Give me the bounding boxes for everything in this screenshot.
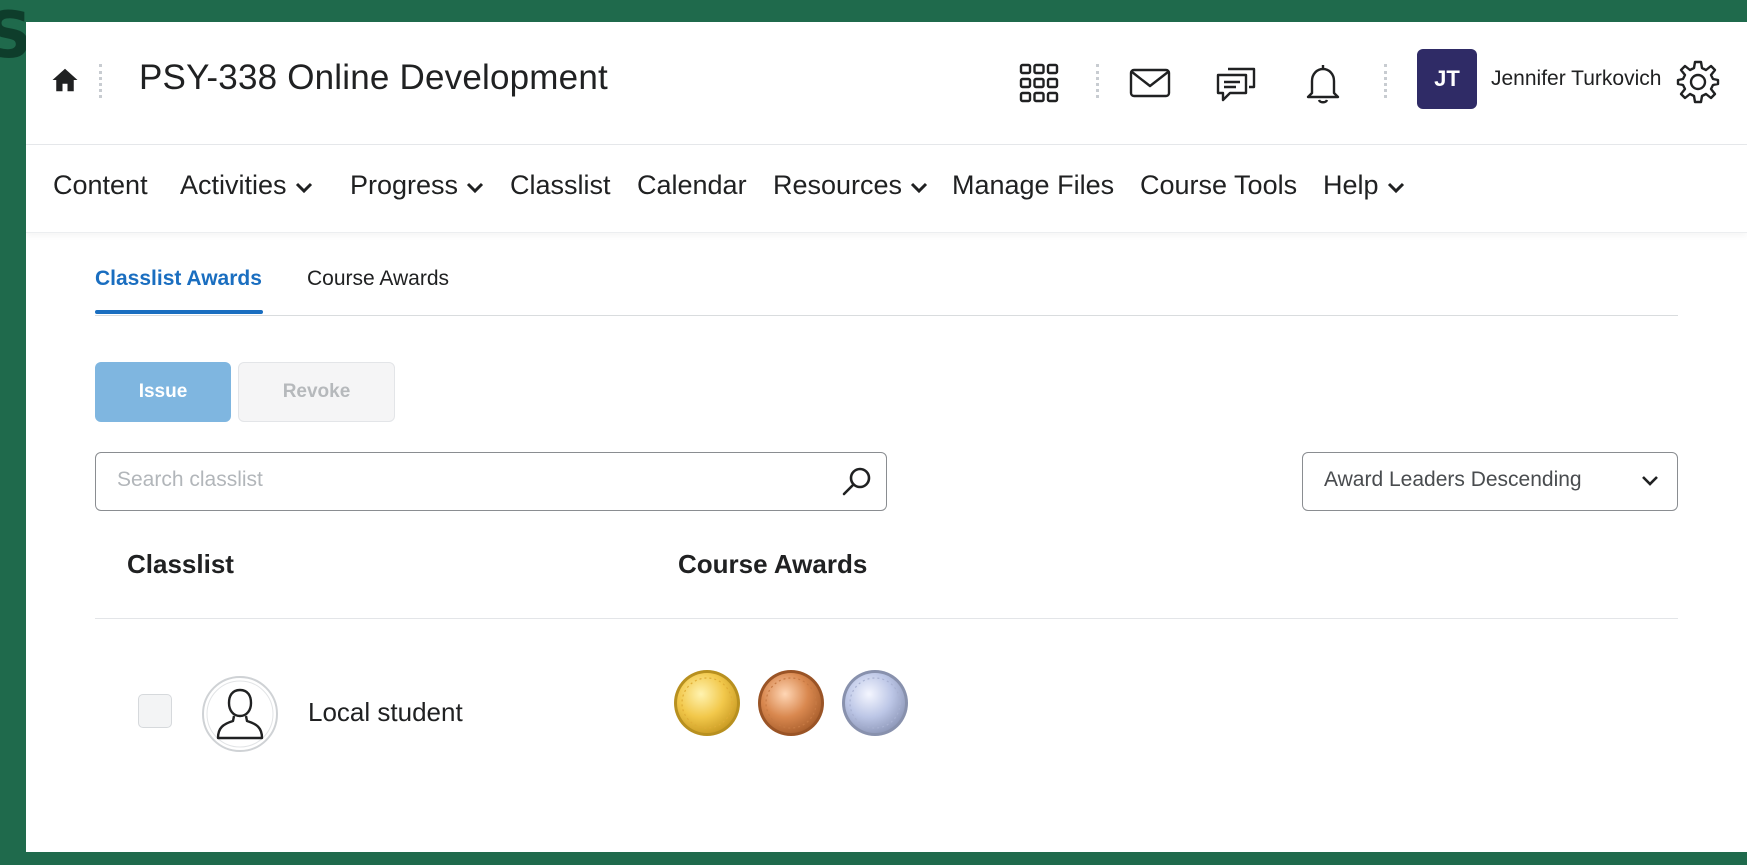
gear-icon[interactable] bbox=[1674, 58, 1722, 106]
top-header: PSY-338 Online Development JT Jennifer T… bbox=[26, 22, 1747, 145]
app-window: PSY-338 Online Development JT Jennifer T… bbox=[26, 22, 1747, 852]
issue-button[interactable]: Issue bbox=[95, 362, 231, 422]
nav-item-content[interactable]: Content bbox=[53, 170, 148, 201]
bronze-award-icon[interactable] bbox=[757, 669, 825, 737]
nav-item-help[interactable]: Help bbox=[1323, 170, 1405, 201]
nav-item-progress[interactable]: Progress bbox=[350, 170, 484, 201]
search-placeholder: Search classlist bbox=[117, 468, 263, 491]
nav-item-label: Help bbox=[1323, 170, 1379, 200]
sort-select[interactable]: Award Leaders Descending bbox=[1302, 452, 1678, 511]
bell-icon[interactable] bbox=[1300, 60, 1346, 106]
gold-award-icon[interactable] bbox=[673, 669, 741, 737]
student-name[interactable]: Local student bbox=[308, 697, 463, 728]
active-tab-indicator bbox=[95, 310, 263, 314]
nav-item-label: Resources bbox=[773, 170, 903, 200]
table-divider bbox=[95, 618, 1678, 619]
apps-grid-icon[interactable] bbox=[1016, 60, 1062, 106]
header-divider bbox=[1096, 64, 1099, 98]
row-checkbox[interactable] bbox=[138, 694, 172, 728]
nav-item-activities[interactable]: Activities bbox=[180, 170, 313, 201]
home-icon[interactable] bbox=[50, 65, 80, 95]
nav-item-classlist[interactable]: Classlist bbox=[510, 170, 611, 201]
silver-award-icon[interactable] bbox=[841, 669, 909, 737]
nav-item-label: Manage Files bbox=[952, 170, 1115, 200]
nav-item-label: Content bbox=[53, 170, 148, 200]
course-navbar: Content Activities Progress Classlist Ca… bbox=[26, 145, 1747, 233]
column-header-course-awards: Course Awards bbox=[678, 549, 868, 579]
chevron-down-icon bbox=[295, 182, 312, 193]
nav-item-resources[interactable]: Resources bbox=[773, 170, 928, 201]
nav-item-label: Progress bbox=[350, 170, 459, 200]
nav-item-label: Calendar bbox=[637, 170, 747, 200]
award-tabs: Classlist Awards Course Awards bbox=[95, 255, 1678, 316]
header-divider bbox=[99, 64, 102, 98]
user-name[interactable]: Jennifer Turkovich bbox=[1491, 67, 1661, 91]
sort-selected-value: Award Leaders Descending bbox=[1324, 468, 1582, 491]
nav-item-manage-files[interactable]: Manage Files bbox=[952, 170, 1114, 201]
search-icon[interactable] bbox=[840, 465, 874, 499]
nav-item-calendar[interactable]: Calendar bbox=[637, 170, 747, 201]
chevron-down-icon bbox=[1642, 476, 1658, 486]
nav-item-label: Classlist bbox=[510, 170, 611, 200]
tab-course-awards[interactable]: Course Awards bbox=[307, 267, 449, 291]
header-divider bbox=[1384, 64, 1387, 98]
column-header-classlist: Classlist bbox=[127, 549, 234, 579]
tab-classlist-awards[interactable]: Classlist Awards bbox=[95, 267, 262, 291]
user-placeholder-icon bbox=[202, 676, 278, 752]
chevron-down-icon bbox=[911, 182, 928, 193]
chevron-down-icon bbox=[466, 182, 484, 193]
chevron-down-icon bbox=[1387, 182, 1404, 193]
nav-item-course-tools[interactable]: Course Tools bbox=[1140, 170, 1297, 201]
chat-icon[interactable] bbox=[1214, 60, 1260, 106]
mail-icon[interactable] bbox=[1127, 60, 1173, 106]
search-input[interactable]: Search classlist bbox=[95, 452, 887, 511]
user-avatar[interactable]: JT bbox=[1417, 49, 1477, 109]
course-title[interactable]: PSY-338 Online Development bbox=[139, 58, 608, 98]
revoke-button[interactable]: Revoke bbox=[238, 362, 395, 422]
nav-item-label: Activities bbox=[180, 170, 287, 200]
nav-item-label: Course Tools bbox=[1140, 170, 1298, 200]
